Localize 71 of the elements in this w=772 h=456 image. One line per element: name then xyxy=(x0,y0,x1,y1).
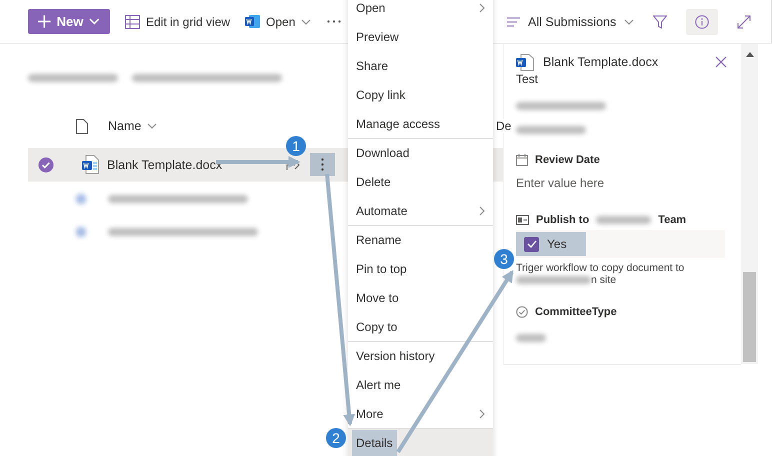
menu-item[interactable]: Pin to top xyxy=(348,254,493,283)
menu-item[interactable]: Copy link xyxy=(348,80,493,109)
blurred-icon xyxy=(76,194,86,204)
field-description: n site xyxy=(591,274,616,286)
vertical-dots-icon xyxy=(321,158,324,171)
field-description: Triger workflow to copy document to xyxy=(516,262,686,274)
word-file-icon xyxy=(82,155,99,174)
pane-title: Blank Template.docx xyxy=(543,55,658,69)
info-icon xyxy=(695,14,710,28)
menu-item[interactable]: Copy to xyxy=(348,312,493,341)
field-label: CommitteeType xyxy=(535,306,617,318)
scrollbar[interactable] xyxy=(741,44,758,364)
chevron-down-icon xyxy=(624,18,634,24)
chevron-down-icon xyxy=(147,123,158,129)
menu-item[interactable]: Alert me xyxy=(348,370,493,399)
file-icon xyxy=(76,118,88,134)
check-circle-icon xyxy=(516,306,528,318)
callout-badge: 2 xyxy=(326,428,346,448)
more-actions-button[interactable] xyxy=(310,153,336,176)
menu-item[interactable]: Preview xyxy=(348,22,493,51)
menu-item[interactable]: Version history xyxy=(348,341,493,370)
menu-item[interactable]: Move to xyxy=(348,283,493,312)
scroll-up-icon[interactable] xyxy=(746,52,754,57)
menu-item[interactable]: Open xyxy=(348,0,493,22)
expand-icon xyxy=(737,14,752,28)
checkbox[interactable] xyxy=(524,236,539,252)
blurred-icon xyxy=(76,226,86,236)
checkmark-icon xyxy=(526,240,536,248)
plus-icon xyxy=(38,15,51,28)
word-icon xyxy=(245,14,260,29)
blurred-text xyxy=(596,216,652,224)
grid-icon xyxy=(125,14,140,28)
chevron-down-icon xyxy=(89,18,100,25)
yes-option[interactable]: Yes xyxy=(516,232,586,256)
toggle-icon xyxy=(516,215,529,225)
more-icon[interactable] xyxy=(327,20,342,23)
menu-item[interactable]: Details xyxy=(348,428,493,456)
chevron-right-icon xyxy=(479,408,485,418)
word-file-icon xyxy=(516,54,534,70)
command-button[interactable]: Open xyxy=(245,9,312,34)
new-button[interactable]: New xyxy=(28,9,110,34)
command-button[interactable]: Edit in grid view xyxy=(125,9,230,34)
field-value: Test xyxy=(516,72,540,86)
menu-item[interactable]: Share xyxy=(348,51,493,80)
blurred-text xyxy=(516,334,546,342)
menu-item[interactable]: Download xyxy=(348,138,493,167)
field-label: Team xyxy=(658,214,686,226)
option-label: Yes xyxy=(547,237,567,251)
chevron-right-icon xyxy=(479,2,485,12)
chevron-down-icon xyxy=(301,18,312,24)
check-circle-icon[interactable] xyxy=(38,156,54,172)
field-label: Review Date xyxy=(535,154,600,166)
chevron-right-icon xyxy=(479,206,485,216)
file-name[interactable]: Blank Template.docx xyxy=(107,158,222,172)
column-header[interactable]: De xyxy=(496,119,512,133)
menu-item[interactable]: Automate xyxy=(348,196,493,225)
blurred-text xyxy=(516,126,586,134)
view-selector[interactable]: All Submissions xyxy=(507,9,634,34)
callout-badge: 1 xyxy=(286,136,306,156)
close-icon[interactable] xyxy=(715,56,727,68)
column-header[interactable]: Name xyxy=(108,119,158,133)
menu-item[interactable]: Manage access xyxy=(348,109,493,138)
menu-item[interactable]: More xyxy=(348,399,493,428)
filter-icon xyxy=(653,14,668,28)
info-button[interactable] xyxy=(686,8,718,34)
list-icon xyxy=(507,16,520,26)
field-label: Publish to xyxy=(536,214,590,226)
menu-item[interactable]: Rename xyxy=(348,225,493,254)
calendar-icon xyxy=(516,154,528,166)
callout-badge: 3 xyxy=(494,249,514,269)
scroll-thumb[interactable] xyxy=(743,272,756,362)
